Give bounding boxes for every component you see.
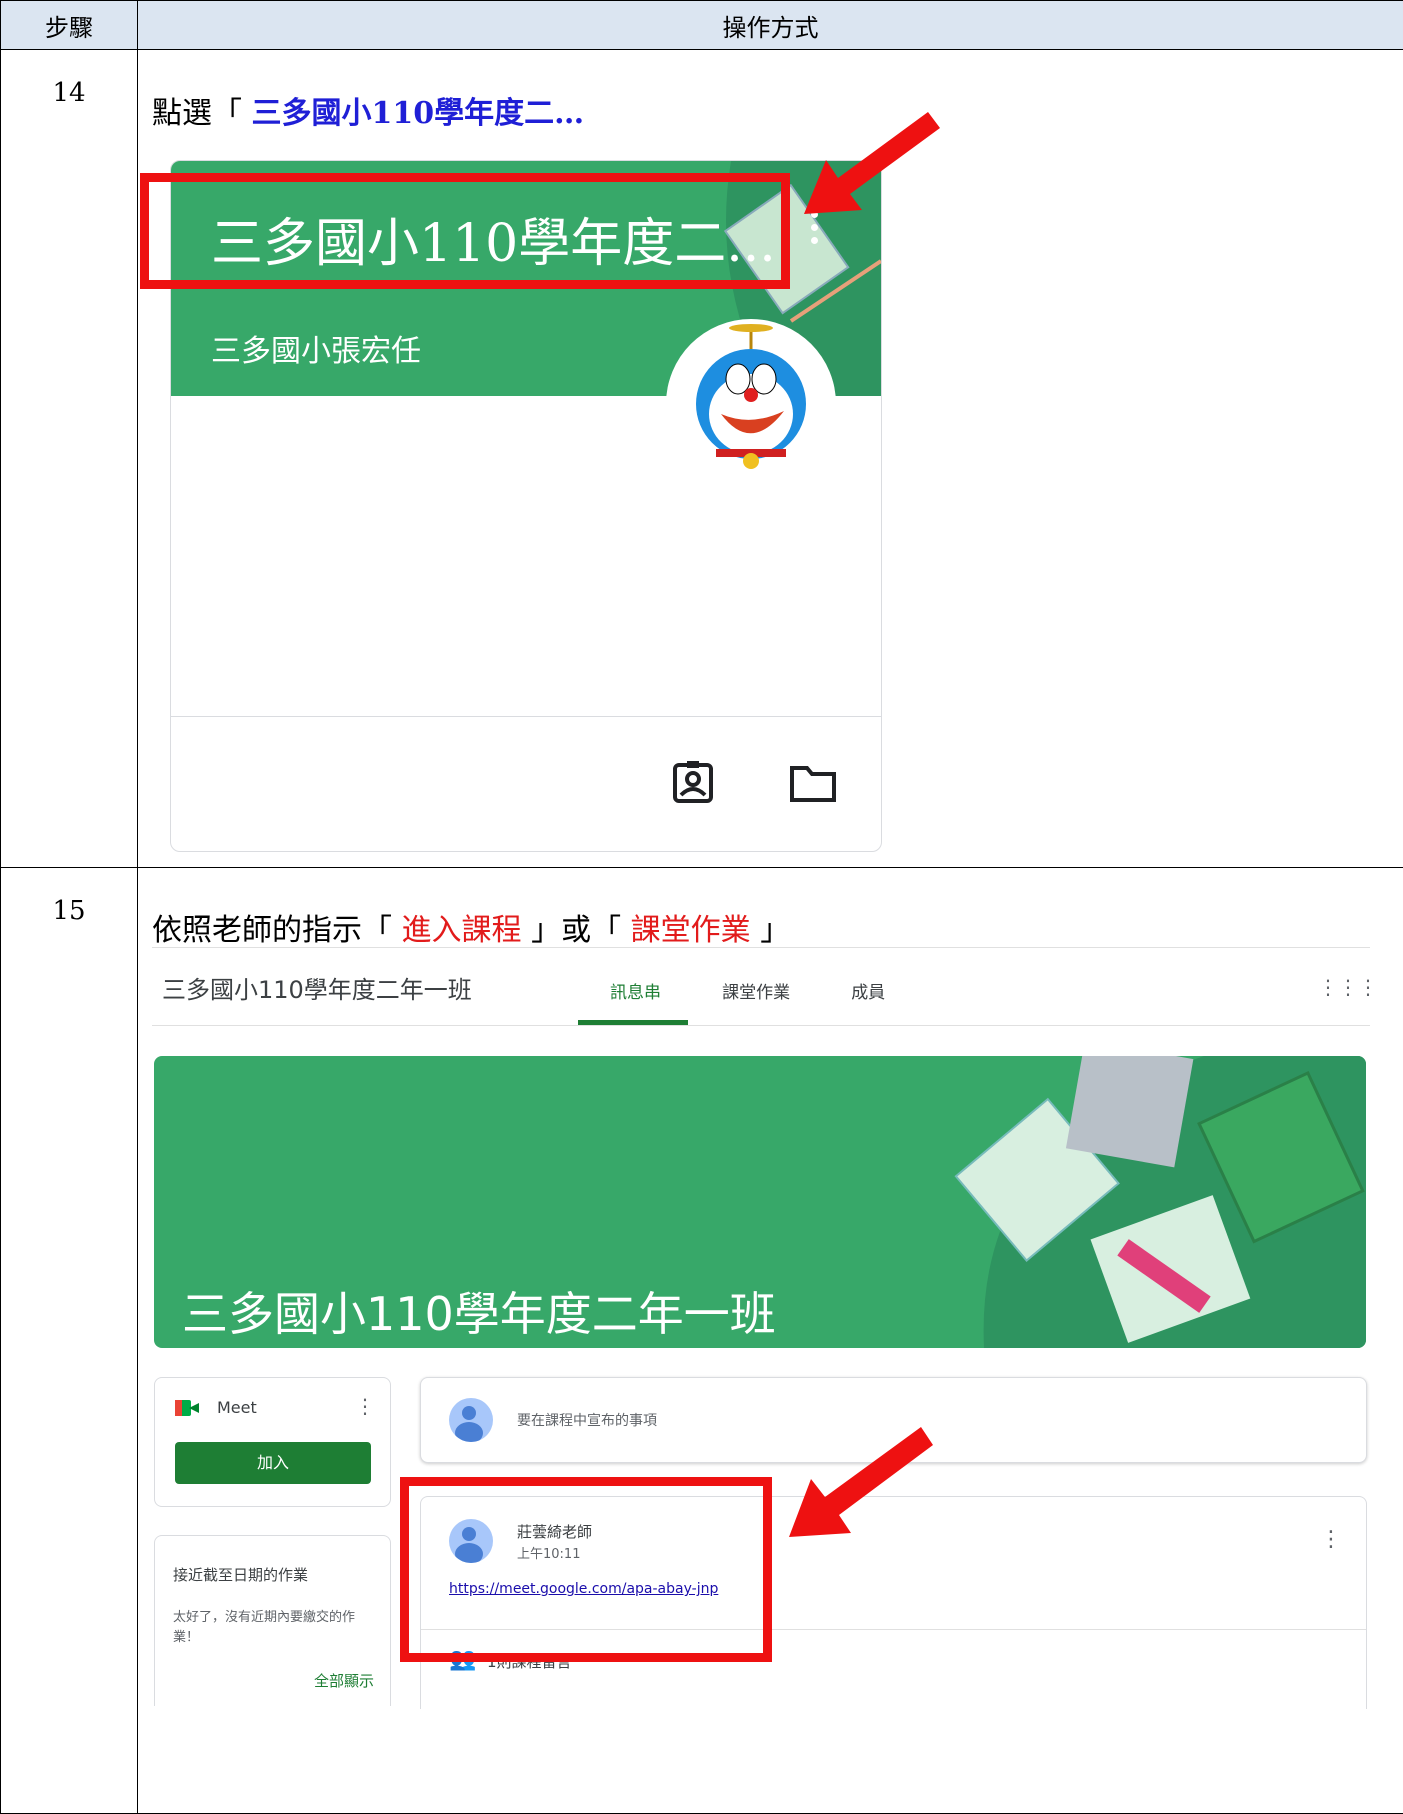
meet-icon (175, 1400, 199, 1416)
upcoming-title: 接近截至日期的作業 (173, 1564, 308, 1585)
meet-more-icon[interactable]: ⋮ (355, 1394, 375, 1418)
meet-label: Meet (217, 1398, 257, 1417)
tab-people[interactable]: 成員 (851, 983, 885, 1003)
folder-icon[interactable] (789, 765, 837, 803)
upcoming-panel: 接近截至日期的作業 太好了，沒有近期內要繳交的作業！ 全部顯示 (154, 1535, 391, 1706)
class-card-teacher[interactable]: 三多國小張宏任 (211, 326, 421, 370)
step-14-number: 14 (1, 50, 138, 868)
step-15-highlight-classwork: 課堂作業 (631, 913, 751, 948)
header-method: 操作方式 (138, 1, 1403, 50)
banner-class-title: 三多國小110學年度二年一班 (182, 1278, 776, 1344)
user-avatar (449, 1398, 493, 1442)
step-15-instruction: 依照老師的指示「 進入課程 」或「 課堂作業 」 (152, 905, 790, 949)
join-button[interactable]: 加入 (175, 1442, 371, 1484)
doraemon-avatar-icon (666, 319, 836, 489)
post-more-icon[interactable]: ⋮ (1320, 1527, 1342, 1552)
meet-panel: Meet ⋮ 加入 (154, 1377, 391, 1507)
post-highlight-box (400, 1477, 772, 1662)
tab-classwork[interactable]: 課堂作業 (722, 983, 790, 1003)
assignment-ind-icon[interactable] (671, 761, 715, 805)
header-step: 步驟 (1, 1, 138, 50)
step-14-instruction: 點選「 三多國小110學年度二… (152, 88, 584, 132)
topbar-top-line (152, 947, 1370, 948)
apps-grid-icon[interactable]: ⋮⋮⋮ (1318, 975, 1378, 999)
title-highlight-box (140, 173, 790, 289)
class-name-header: 三多國小110學年度二年一班 (162, 970, 472, 1005)
teacher-avatar (666, 319, 836, 489)
view-all-link[interactable]: 全部顯示 (314, 1670, 374, 1691)
topbar-bottom-line (152, 1025, 1370, 1026)
class-banner: 三多國小110學年度二年一班 (154, 1056, 1366, 1348)
step-15-number: 15 (1, 868, 138, 1814)
upcoming-text: 太好了，沒有近期內要繳交的作業！ (173, 1608, 373, 1648)
step-14-highlight: 三多國小110學年度二… (252, 96, 585, 131)
announce-placeholder[interactable]: 要在課程中宣布的事項 (517, 1410, 657, 1430)
tab-stream[interactable]: 訊息串 (610, 983, 661, 1003)
class-tabs: 訊息串 課堂作業 成員 (610, 978, 941, 1003)
class-card-divider (171, 716, 881, 717)
red-arrow-icon-2 (785, 1423, 935, 1541)
step-15-highlight-course: 進入課程 (402, 913, 522, 948)
red-arrow-icon (800, 108, 940, 218)
